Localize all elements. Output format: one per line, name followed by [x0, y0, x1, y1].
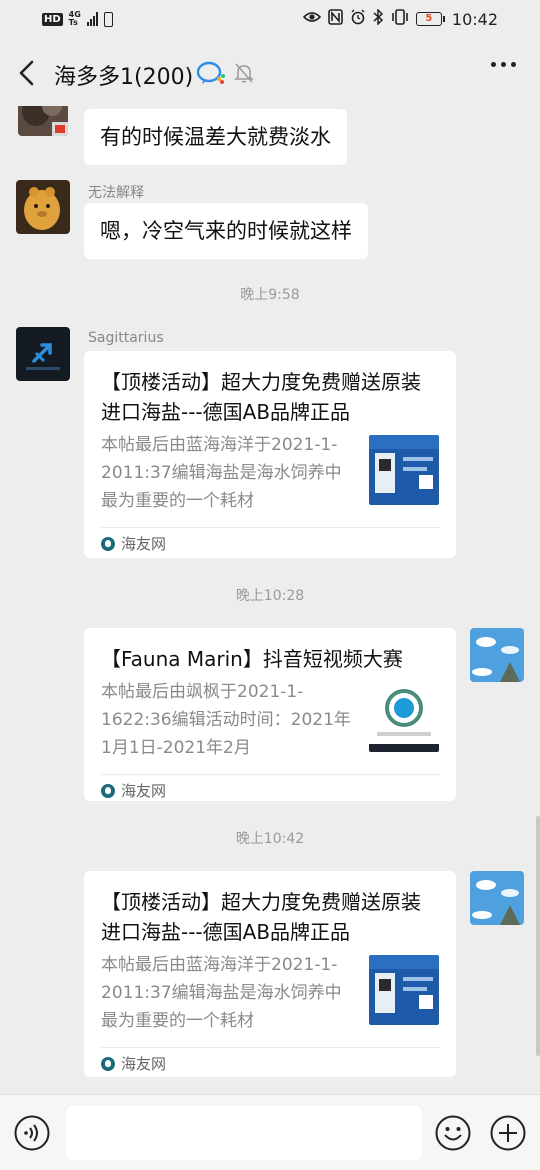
card-source: 海友网: [101, 774, 440, 806]
card-thumbnail: [369, 435, 439, 505]
message-text: 有的时候温差大就费淡水: [100, 125, 331, 149]
voice-icon: [14, 1115, 50, 1151]
emoji-icon: [435, 1115, 471, 1151]
status-bar: HD 4G Ts 5 10:42: [0, 0, 540, 40]
plus-button[interactable]: [490, 1115, 526, 1151]
plus-icon: [490, 1115, 526, 1151]
source-name: 海友网: [121, 1055, 167, 1073]
eye-icon: [302, 10, 322, 28]
source-logo-icon: [101, 1056, 115, 1071]
back-button[interactable]: [14, 58, 42, 88]
message-bubble[interactable]: 嗯，冷空气来的时候就这样: [84, 203, 368, 259]
more-button[interactable]: [491, 62, 516, 67]
chevron-left-icon: [19, 60, 34, 86]
network-type: 4G Ts: [68, 10, 81, 27]
card-description: 本帖最后由蓝海海洋于2021-1-2011:37编辑海盐是海水饲养中最为重要的一…: [101, 435, 342, 511]
avatar[interactable]: [16, 180, 70, 234]
source-name: 海友网: [121, 535, 167, 553]
enterprise-wechat-icon: [196, 60, 226, 90]
mute-bell-icon: [234, 62, 254, 88]
card-body: 本帖最后由蓝海海洋于2021-1-2011:37编辑海盐是海水饲养中最为重要的一…: [101, 431, 440, 515]
more-dots-icon: [491, 62, 496, 67]
signal-icon: [86, 12, 98, 26]
timestamp: 晚上9:58: [240, 287, 300, 303]
scrollbar[interactable]: [536, 816, 540, 1056]
card-title: 【Fauna Marin】抖音短视频大赛: [101, 647, 403, 671]
card-source: 海友网: [101, 1047, 440, 1079]
card-source: 海友网: [101, 527, 440, 559]
source-logo-icon: [101, 536, 115, 551]
link-card[interactable]: 【Fauna Marin】抖音短视频大赛 本帖最后由飒枫于2021-1-1622…: [84, 628, 456, 801]
status-time: 10:42: [451, 9, 498, 29]
sim-icon: [103, 11, 113, 27]
card-body: 本帖最后由飒枫于2021-1-1622:36编辑活动时间：2021年1月1日-2…: [101, 678, 440, 762]
message-input[interactable]: [66, 1106, 422, 1160]
input-bar: [0, 1094, 540, 1170]
avatar[interactable]: [470, 871, 524, 925]
voice-button[interactable]: [14, 1115, 50, 1151]
card-thumbnail: [369, 955, 439, 1025]
card-description: 本帖最后由蓝海海洋于2021-1-2011:37编辑海盐是海水饲养中最为重要的一…: [101, 955, 342, 1031]
timestamp: 晚上10:28: [235, 588, 305, 604]
card-title: 【顶楼活动】超大力度免费赠送原装进口海盐---德国AB品牌正品: [101, 890, 421, 944]
bluetooth-icon: [373, 8, 384, 29]
avatar[interactable]: [18, 106, 68, 136]
card-title: 【顶楼活动】超大力度免费赠送原装进口海盐---德国AB品牌正品: [101, 370, 421, 424]
hd-badge: HD: [42, 12, 63, 26]
battery-icon: 5: [415, 12, 445, 26]
status-left: HD 4G Ts: [42, 11, 113, 27]
link-card[interactable]: 【顶楼活动】超大力度免费赠送原装进口海盐---德国AB品牌正品 本帖最后由蓝海海…: [84, 351, 456, 558]
link-card[interactable]: 【顶楼活动】超大力度免费赠送原装进口海盐---德国AB品牌正品 本帖最后由蓝海海…: [84, 871, 456, 1077]
status-right: 5 10:42: [302, 8, 498, 29]
source-name: 海友网: [121, 782, 167, 800]
card-description: 本帖最后由飒枫于2021-1-1622:36编辑活动时间：2021年1月1日-2…: [101, 682, 351, 758]
title-icons: [196, 60, 254, 90]
alarm-icon: [350, 9, 366, 29]
nfc-icon: [328, 9, 343, 29]
message-bubble[interactable]: 有的时候温差大就费淡水: [84, 109, 347, 165]
chat-header: 海多多1(200): [0, 40, 540, 106]
sender-name: 无法解释: [88, 185, 144, 201]
emoji-button[interactable]: [435, 1115, 471, 1151]
vibrate-icon: [391, 9, 409, 29]
chat-title: 海多多1(200): [54, 65, 194, 90]
source-logo-icon: [101, 783, 115, 798]
card-body: 本帖最后由蓝海海洋于2021-1-2011:37编辑海盐是海水饲养中最为重要的一…: [101, 951, 440, 1035]
chat-area[interactable]: 有的时候温差大就费淡水 无法解释 嗯，冷空气来的时候就这样 晚上9:58 Sag…: [0, 106, 540, 1094]
sender-name: Sagittarius: [88, 330, 164, 346]
avatar[interactable]: [16, 327, 70, 381]
avatar[interactable]: [470, 628, 524, 682]
battery-level: 5: [415, 12, 442, 26]
card-thumbnail: [369, 682, 439, 752]
message-text: 嗯，冷空气来的时候就这样: [100, 219, 352, 243]
timestamp: 晚上10:42: [235, 831, 305, 847]
